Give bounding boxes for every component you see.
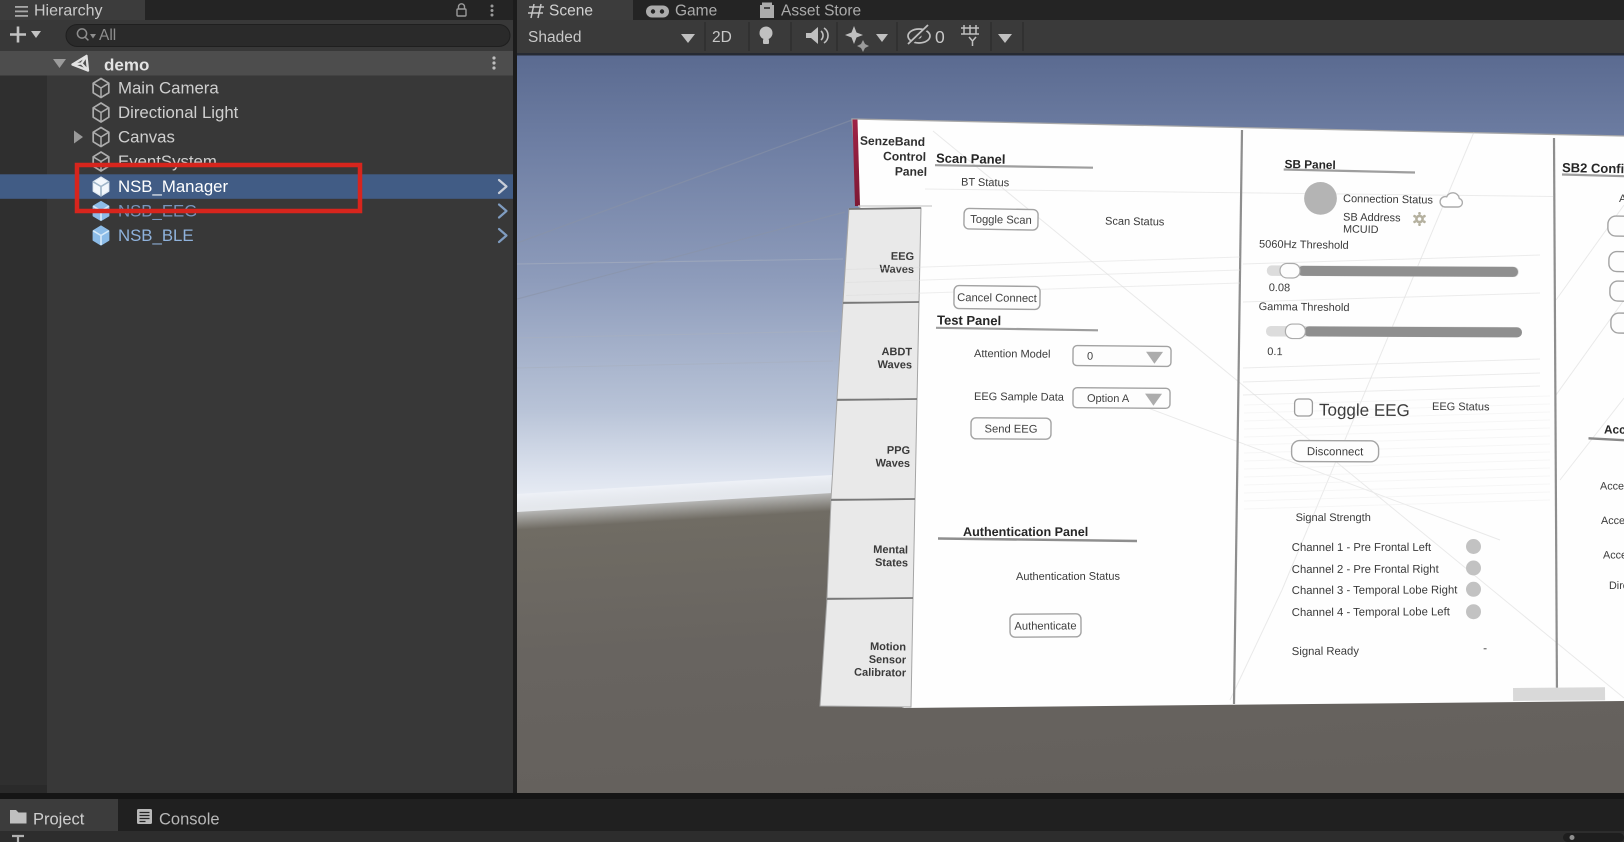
svg-text:Directional Light: Directional Light xyxy=(118,103,239,122)
svg-text:Acc: Acc xyxy=(1604,423,1624,437)
svg-text:NSB_Manager: NSB_Manager xyxy=(118,177,228,196)
svg-text:Signal Strength: Signal Strength xyxy=(1296,512,1371,524)
svg-text:PPG: PPG xyxy=(887,445,910,457)
svg-text:Waves: Waves xyxy=(877,359,912,372)
svg-text:SB Address: SB Address xyxy=(1343,212,1401,225)
svg-text:Panel: Panel xyxy=(895,164,928,179)
svg-text:Waves: Waves xyxy=(879,263,914,276)
svg-text:Hierarchy: Hierarchy xyxy=(34,3,102,20)
svg-text:Dire: Dire xyxy=(1609,580,1624,592)
svg-text:Option A: Option A xyxy=(1087,393,1130,405)
svg-text:Channel 3 - Temporal Lobe Righ: Channel 3 - Temporal Lobe Right xyxy=(1292,584,1458,597)
svg-text:0.08: 0.08 xyxy=(1269,282,1291,294)
svg-text:Authenticate: Authenticate xyxy=(1014,620,1076,632)
svg-text:EEG: EEG xyxy=(891,251,914,263)
svg-text:0: 0 xyxy=(1087,351,1093,363)
svg-text:A: A xyxy=(1619,193,1624,205)
svg-text:-: - xyxy=(1483,641,1487,655)
svg-text:Main Camera: Main Camera xyxy=(118,79,219,98)
svg-text:Waves: Waves xyxy=(875,457,910,470)
svg-text:Attention Model: Attention Model xyxy=(974,348,1051,361)
svg-text:Test Panel: Test Panel xyxy=(937,313,1001,329)
svg-text:Signal Ready: Signal Ready xyxy=(1292,646,1360,658)
svg-text:Asset Store: Asset Store xyxy=(781,3,861,20)
svg-text:Channel 4 - Temporal Lobe Left: Channel 4 - Temporal Lobe Left xyxy=(1292,606,1451,619)
svg-text:EventSystem: EventSystem xyxy=(118,152,217,171)
svg-text:Calibrator: Calibrator xyxy=(854,667,907,680)
svg-text:Connection Status: Connection Status xyxy=(1343,193,1434,207)
svg-text:Project: Project xyxy=(33,811,85,829)
svg-text:Gamma Threshold: Gamma Threshold xyxy=(1259,301,1350,314)
svg-text:Acce: Acce xyxy=(1600,481,1624,493)
svg-text:demo: demo xyxy=(104,56,149,75)
svg-text:Control: Control xyxy=(883,149,926,164)
svg-text:Authentication Panel: Authentication Panel xyxy=(963,525,1088,539)
svg-text:BT Status: BT Status xyxy=(961,177,1010,190)
svg-text:Cancel Connect: Cancel Connect xyxy=(957,292,1038,305)
svg-text:Motion: Motion xyxy=(870,641,907,654)
svg-text:Send EEG: Send EEG xyxy=(985,423,1038,435)
svg-text:EEG Sample Data: EEG Sample Data xyxy=(974,391,1065,404)
svg-text:Scan Status: Scan Status xyxy=(1105,216,1165,229)
svg-text:Game: Game xyxy=(675,3,717,20)
svg-text:0.1: 0.1 xyxy=(1267,346,1282,358)
svg-text:2D: 2D xyxy=(712,29,732,46)
svg-text:Toggle EEG: Toggle EEG xyxy=(1319,401,1410,421)
svg-text:Canvas: Canvas xyxy=(118,128,175,147)
svg-text:Acce: Acce xyxy=(1601,515,1624,527)
svg-text:NSB_BLE: NSB_BLE xyxy=(118,226,194,245)
svg-text:5060Hz Threshold: 5060Hz Threshold xyxy=(1259,239,1349,252)
svg-text:Console: Console xyxy=(159,811,220,829)
svg-text:States: States xyxy=(875,557,908,570)
svg-text:Acce: Acce xyxy=(1603,549,1624,561)
svg-text:0: 0 xyxy=(935,27,945,47)
svg-text:Mental: Mental xyxy=(873,544,908,557)
svg-text:Channel 1 - Pre Frontal Left: Channel 1 - Pre Frontal Left xyxy=(1292,542,1432,554)
svg-text:MCUID: MCUID xyxy=(1343,224,1379,237)
svg-text:Toggle Scan: Toggle Scan xyxy=(970,214,1032,227)
svg-text:All: All xyxy=(99,27,116,44)
svg-text:Scene: Scene xyxy=(549,3,593,20)
svg-text:Authentication Status: Authentication Status xyxy=(1016,571,1120,583)
svg-text:Channel 2 - Pre Frontal Right: Channel 2 - Pre Frontal Right xyxy=(1292,564,1440,576)
svg-text:EEG Status: EEG Status xyxy=(1432,401,1490,413)
svg-text:SenzeBand: SenzeBand xyxy=(860,134,925,149)
svg-text:Sensor: Sensor xyxy=(869,654,907,667)
svg-text:Disconnect: Disconnect xyxy=(1307,446,1364,458)
svg-text:Shaded: Shaded xyxy=(528,29,581,46)
svg-text:ABDT: ABDT xyxy=(881,346,912,359)
